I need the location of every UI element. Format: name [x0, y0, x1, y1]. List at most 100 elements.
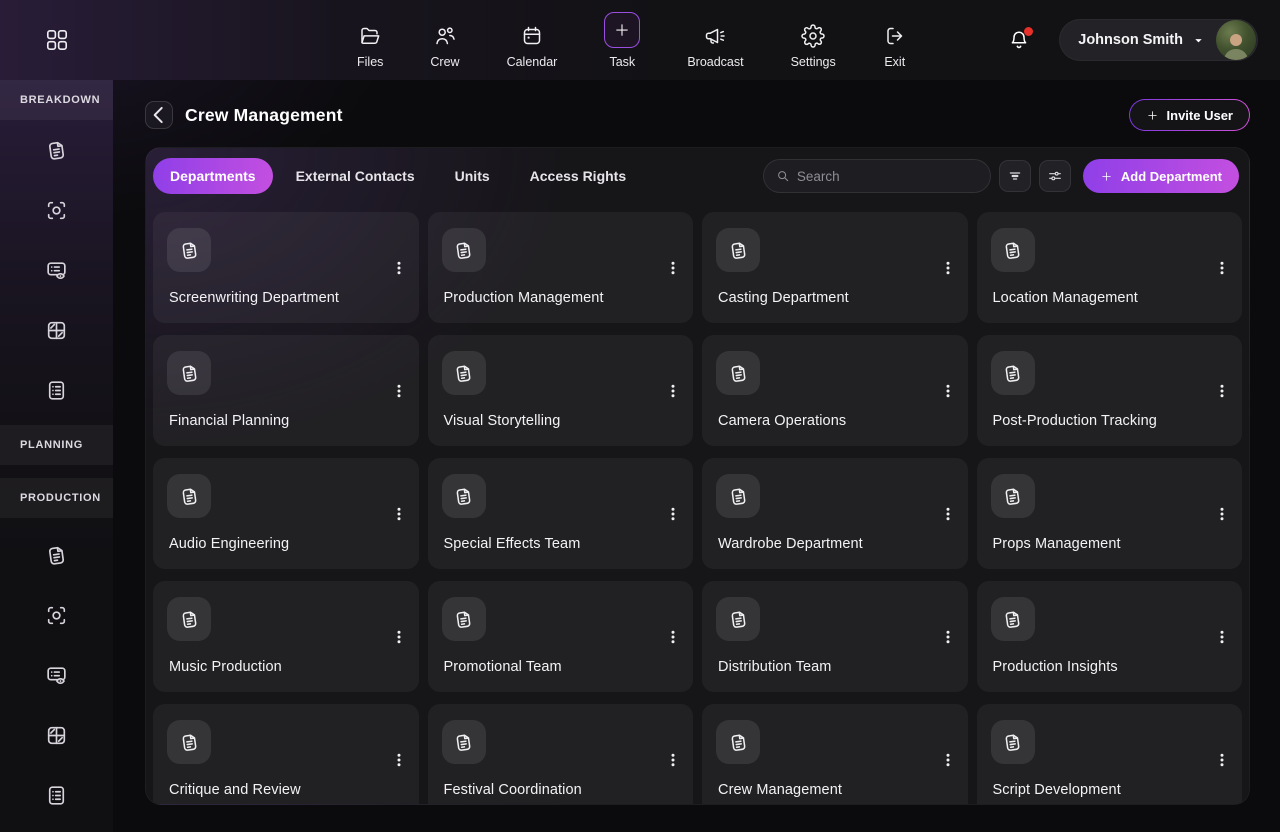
- documents-icon: [452, 608, 475, 631]
- department-card[interactable]: Critique and Review: [153, 704, 419, 805]
- card-menu-button[interactable]: [661, 253, 685, 283]
- tab-access-rights[interactable]: Access Rights: [513, 158, 643, 194]
- department-name: Festival Coordination: [444, 782, 582, 798]
- department-icon-chip: [991, 351, 1035, 395]
- department-icon-chip: [442, 228, 486, 272]
- notifications-button[interactable]: [1007, 26, 1033, 54]
- card-menu-button[interactable]: [936, 622, 960, 652]
- department-name: Post-Production Tracking: [993, 413, 1157, 429]
- filter-button[interactable]: [999, 160, 1031, 192]
- department-card[interactable]: Props Management: [977, 458, 1243, 569]
- card-menu-button[interactable]: [661, 745, 685, 775]
- tab-external-contacts[interactable]: External Contacts: [279, 158, 432, 194]
- kebab-icon: [666, 753, 680, 767]
- department-card[interactable]: Crew Management: [702, 704, 968, 805]
- card-menu-button[interactable]: [936, 376, 960, 406]
- card-menu-button[interactable]: [1210, 499, 1234, 529]
- department-card[interactable]: Location Management: [977, 212, 1243, 323]
- kebab-icon: [392, 261, 406, 275]
- sliders-icon: [1047, 168, 1063, 184]
- department-card[interactable]: Financial Planning: [153, 335, 419, 446]
- card-menu-button[interactable]: [936, 253, 960, 283]
- department-name: Props Management: [993, 536, 1121, 552]
- card-menu-button[interactable]: [387, 499, 411, 529]
- department-name: Audio Engineering: [169, 536, 289, 552]
- sidebar-item-production-5[interactable]: [0, 765, 113, 825]
- tab-units[interactable]: Units: [438, 158, 507, 194]
- sidebar-item-breakdown-2[interactable]: [0, 180, 113, 240]
- kebab-icon: [941, 507, 955, 521]
- department-card[interactable]: Wardrobe Department: [702, 458, 968, 569]
- card-menu-button[interactable]: [1210, 376, 1234, 406]
- nav-item-settings[interactable]: Settings: [791, 11, 836, 69]
- card-menu-button[interactable]: [387, 253, 411, 283]
- card-menu-button[interactable]: [387, 745, 411, 775]
- documents-icon: [1001, 362, 1024, 385]
- sidebar-item-breakdown-5[interactable]: [0, 360, 113, 420]
- sidebar-section-label: BREAKDOWN: [20, 94, 100, 106]
- caret-down-icon: [1193, 35, 1204, 46]
- card-menu-button[interactable]: [387, 622, 411, 652]
- card-menu-button[interactable]: [661, 376, 685, 406]
- app-logo[interactable]: [0, 27, 113, 53]
- invite-user-button[interactable]: Invite User: [1129, 99, 1250, 131]
- department-card[interactable]: Audio Engineering: [153, 458, 419, 569]
- adjust-button[interactable]: [1039, 160, 1071, 192]
- search-input[interactable]: [797, 169, 978, 184]
- nav-item-task[interactable]: Task: [604, 11, 640, 69]
- sidebar-item-production-3[interactable]: [0, 645, 113, 705]
- department-card[interactable]: Distribution Team: [702, 581, 968, 692]
- department-card[interactable]: Production Insights: [977, 581, 1243, 692]
- sidebar-section-planning: PLANNING: [0, 425, 113, 465]
- nav-item-exit[interactable]: Exit: [883, 11, 907, 69]
- sidebar-item-production-1[interactable]: [0, 525, 113, 585]
- department-card[interactable]: Festival Coordination: [428, 704, 694, 805]
- main-content: Crew Management Invite User DepartmentsE…: [113, 80, 1280, 832]
- department-card[interactable]: Production Management: [428, 212, 694, 323]
- department-card[interactable]: Script Development: [977, 704, 1243, 805]
- nav-item-calendar[interactable]: Calendar: [507, 11, 558, 69]
- kebab-icon: [666, 261, 680, 275]
- card-menu-button[interactable]: [936, 499, 960, 529]
- sidebar-item-production-4[interactable]: [0, 705, 113, 765]
- search-box: [763, 159, 991, 193]
- folder-icon: [358, 24, 382, 48]
- department-card[interactable]: Post-Production Tracking: [977, 335, 1243, 446]
- department-name: Screenwriting Department: [169, 290, 339, 306]
- department-name: Special Effects Team: [444, 536, 581, 552]
- card-menu-button[interactable]: [936, 745, 960, 775]
- tab-departments[interactable]: Departments: [153, 158, 273, 194]
- nav-item-files[interactable]: Files: [357, 11, 383, 69]
- department-card[interactable]: Special Effects Team: [428, 458, 694, 569]
- user-menu[interactable]: Johnson Smith: [1059, 19, 1258, 61]
- back-button[interactable]: [145, 101, 173, 129]
- sidebar-item-production-2[interactable]: [0, 585, 113, 645]
- nav-item-broadcast[interactable]: Broadcast: [687, 11, 743, 69]
- department-icon-chip: [442, 597, 486, 641]
- nav-item-crew[interactable]: Crew: [430, 11, 459, 69]
- sidebar-item-breakdown-1[interactable]: [0, 120, 113, 180]
- documents-icon: [178, 608, 201, 631]
- card-menu-button[interactable]: [1210, 253, 1234, 283]
- department-card[interactable]: Camera Operations: [702, 335, 968, 446]
- department-card[interactable]: Promotional Team: [428, 581, 694, 692]
- card-menu-button[interactable]: [661, 622, 685, 652]
- department-card[interactable]: Music Production: [153, 581, 419, 692]
- kebab-icon: [392, 753, 406, 767]
- topbar-right: Johnson Smith: [1007, 19, 1280, 61]
- sidebar-item-breakdown-3[interactable]: [0, 240, 113, 300]
- add-department-button[interactable]: Add Department: [1083, 159, 1239, 193]
- card-menu-button[interactable]: [661, 499, 685, 529]
- department-card[interactable]: Visual Storytelling: [428, 335, 694, 446]
- department-card[interactable]: Screenwriting Department: [153, 212, 419, 323]
- card-menu-button[interactable]: [1210, 622, 1234, 652]
- topbar: Files Crew Calendar Task Broadcast Settings Ex…: [0, 0, 1280, 80]
- card-menu-button[interactable]: [387, 376, 411, 406]
- department-card[interactable]: Casting Department: [702, 212, 968, 323]
- filter-icon: [1007, 168, 1023, 184]
- sidebar-item-breakdown-4[interactable]: [0, 300, 113, 360]
- department-name: Casting Department: [718, 290, 849, 306]
- gear-icon: [801, 24, 825, 48]
- department-name: Camera Operations: [718, 413, 846, 429]
- card-menu-button[interactable]: [1210, 745, 1234, 775]
